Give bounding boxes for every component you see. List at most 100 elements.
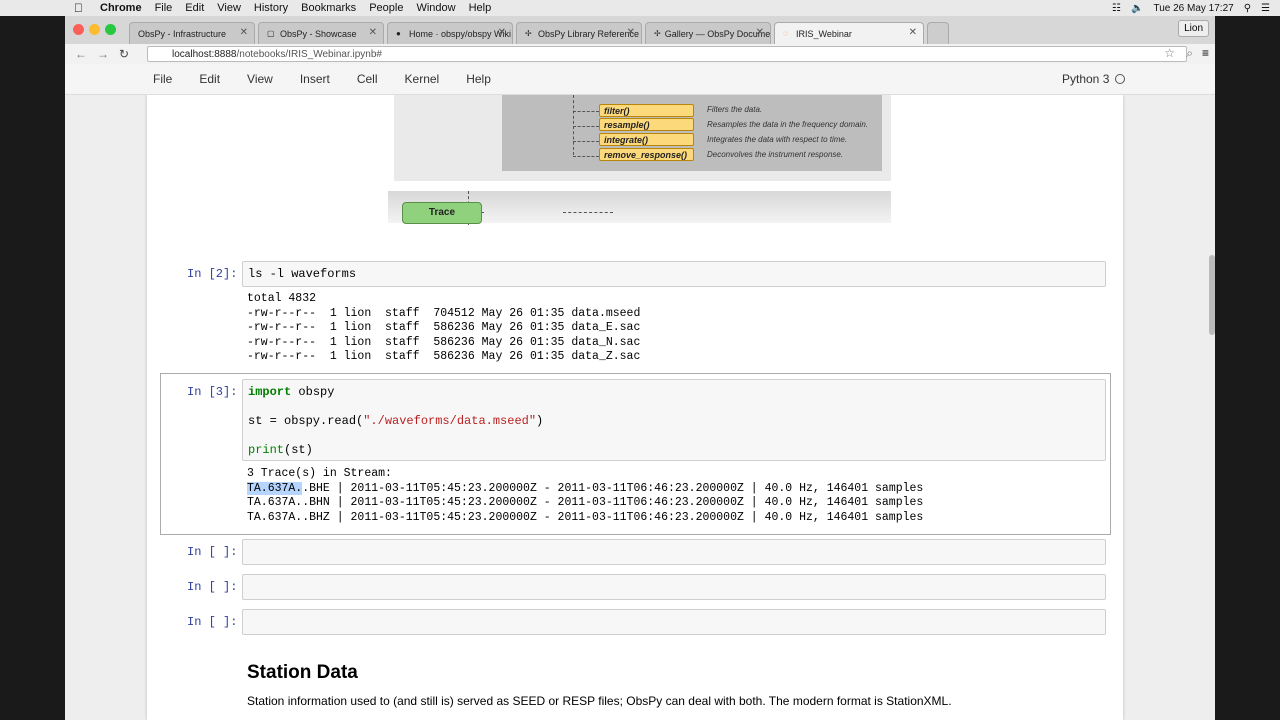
- jupyter-menu-edit[interactable]: Edit: [199, 72, 220, 86]
- close-tab-icon[interactable]: ✕: [627, 27, 635, 38]
- empty-code-cell[interactable]: [242, 574, 1106, 600]
- tab-github-wiki[interactable]: ● Home · obspy/obspy Wiki ✕: [387, 22, 513, 44]
- close-tab-icon[interactable]: ✕: [498, 27, 506, 38]
- menu-file[interactable]: File: [155, 2, 173, 14]
- page-icon: ▢: [267, 29, 275, 38]
- jupyter-menu-insert[interactable]: Insert: [300, 72, 330, 86]
- github-icon: ●: [396, 29, 401, 38]
- new-tab-button[interactable]: [927, 22, 949, 44]
- tab-label: ObsPy - Infrastructure: [138, 28, 227, 39]
- output-line: -rw-r--r-- 1 lion staff 586236 May 26 01…: [247, 350, 641, 363]
- output-line: -rw-r--r-- 1 lion staff 586236 May 26 01…: [247, 335, 641, 349]
- browser-window: ObsPy - Infrastructure ✕ ▢ ObsPy - Showcas…: [65, 16, 1215, 720]
- reload-icon[interactable]: ↻: [119, 47, 129, 61]
- tab-iris-webinar[interactable]: ◌ IRIS_Webinar ✕: [774, 22, 924, 44]
- browser-toolbar: ← → ↻ localhost:8888/notebooks/IRIS_Webi…: [65, 44, 1215, 64]
- code-line[interactable]: import obspy: [248, 385, 334, 399]
- output-line: total 4832: [247, 292, 317, 305]
- code-string: "./waveforms/data.mseed": [363, 414, 537, 428]
- diagram-connector: [563, 212, 613, 213]
- cell-prompt: In [ ]:: [187, 580, 238, 594]
- menu-bookmarks[interactable]: Bookmarks: [301, 2, 356, 14]
- menu-window[interactable]: Window: [416, 2, 455, 14]
- text-selection: TA.637A.: [247, 481, 303, 495]
- close-tab-icon[interactable]: ✕: [369, 27, 377, 38]
- output-line: TA.637A..BHZ | 2011-03-11T05:45:23.20000…: [247, 510, 924, 524]
- diagram-connector: [573, 156, 599, 157]
- diagram-method-remove-response: remove_response(): [599, 148, 694, 161]
- kernel-indicator: Python 3: [1062, 72, 1126, 86]
- profile-button[interactable]: Lion: [1178, 20, 1209, 37]
- menu-view[interactable]: View: [217, 2, 241, 14]
- menu-edit[interactable]: Edit: [185, 2, 204, 14]
- code-text: (st): [284, 443, 313, 457]
- address-bar[interactable]: localhost:8888/notebooks/IRIS_Webinar.ip…: [147, 46, 1187, 62]
- keyword-import: import: [248, 385, 292, 399]
- menu-app-name[interactable]: Chrome: [100, 2, 142, 14]
- apple-icon[interactable]: : [74, 1, 88, 15]
- diagram-method-desc: Deconvolves the instrument response.: [707, 150, 844, 159]
- jupyter-menu-kernel[interactable]: Kernel: [405, 72, 440, 86]
- page-scrollbar[interactable]: [1209, 255, 1215, 335]
- jupyter-icon: ◌: [783, 29, 788, 38]
- markdown-paragraph: Station information used to (and still i…: [247, 694, 952, 708]
- notification-icon[interactable]: ☰: [1261, 3, 1270, 14]
- jupyter-menu-help[interactable]: Help: [466, 72, 491, 86]
- menu-people[interactable]: People: [369, 2, 403, 14]
- code-input-cell-2[interactable]: [242, 261, 1106, 287]
- builtin-print: print: [248, 443, 285, 457]
- jupyter-menu-view[interactable]: View: [247, 72, 273, 86]
- spotlight-icon[interactable]: ⚲: [1244, 3, 1251, 14]
- tab-strip: ObsPy - Infrastructure ✕ ▢ ObsPy - Showcas…: [65, 16, 1215, 44]
- cell-prompt: In [3]:: [187, 385, 238, 399]
- close-tab-icon[interactable]: ✕: [240, 27, 248, 38]
- tab-label: IRIS_Webinar: [796, 28, 852, 39]
- close-tab-icon[interactable]: ✕: [756, 27, 764, 38]
- close-tab-icon[interactable]: ✕: [909, 27, 917, 38]
- tab-obspy-library[interactable]: ✢ ObsPy Library Reference ✕: [516, 22, 642, 44]
- tab-gallery[interactable]: ✢ Gallery — ObsPy Documen ✕: [645, 22, 771, 44]
- volume-icon[interactable]: 🔈: [1131, 3, 1143, 14]
- output-line: -rw-r--r-- 1 lion staff 586236 May 26 01…: [247, 321, 641, 334]
- diagram-method-desc: Filters the data.: [707, 105, 763, 114]
- zoom-icon[interactable]: ⌕: [1186, 46, 1193, 61]
- diagram-connector: [573, 141, 599, 142]
- output-line: 3 Trace(s) in Stream:: [247, 467, 392, 480]
- back-icon[interactable]: ←: [75, 47, 87, 61]
- url-path: /notebooks/IRIS_Webinar.ipynb#: [236, 49, 382, 60]
- menubar-clock[interactable]: Tue 26 May 17:27: [1153, 3, 1233, 14]
- close-window-button[interactable]: [73, 24, 84, 35]
- code-text: ): [536, 414, 544, 428]
- kernel-idle-icon: [1115, 74, 1126, 84]
- code-line[interactable]: st = obspy.read("./waveforms/data.mseed"…: [248, 414, 543, 428]
- code-line[interactable]: print(st): [248, 443, 313, 457]
- obspy-icon: ✢: [525, 29, 532, 38]
- minimize-window-button[interactable]: [89, 24, 100, 35]
- diagram-connector: [573, 126, 599, 127]
- jupyter-menu-cell[interactable]: Cell: [357, 72, 378, 86]
- empty-code-cell[interactable]: [242, 609, 1106, 635]
- wifi-icon[interactable]: ☷: [1112, 3, 1121, 14]
- bookmark-star-icon[interactable]: ☆: [1164, 46, 1175, 60]
- output-line[interactable]: TA.637A..BHE | 2011-03-11T05:45:23.20000…: [247, 481, 924, 497]
- tab-obspy-infrastructure[interactable]: ObsPy - Infrastructure ✕: [129, 22, 255, 44]
- output-line: TA.637A..BHN | 2011-03-11T05:45:23.20000…: [247, 496, 924, 509]
- output-text: .BHE | 2011-03-11T05:45:23.200000Z - 201…: [302, 481, 924, 495]
- menu-help[interactable]: Help: [469, 2, 492, 14]
- menu-history[interactable]: History: [254, 2, 288, 14]
- forward-icon[interactable]: →: [97, 47, 109, 61]
- jupyter-menu-file[interactable]: File: [153, 72, 172, 86]
- jupyter-menubar: File Edit View Insert Cell Kernel Help P…: [65, 64, 1215, 95]
- code-text: st = obspy.read(: [248, 414, 364, 428]
- kernel-name: Python 3: [1062, 72, 1110, 86]
- empty-code-cell[interactable]: [242, 539, 1106, 565]
- diagram-trace-box: Trace: [402, 202, 482, 224]
- url-host: localhost:8888: [172, 49, 237, 60]
- diagram-method-filter: filter(): [599, 104, 694, 117]
- code-line[interactable]: ls -l waveforms: [248, 267, 356, 281]
- zoom-window-button[interactable]: [105, 24, 116, 35]
- section-heading: Station Data: [247, 662, 358, 683]
- chrome-menu-icon[interactable]: ≡: [1202, 46, 1209, 60]
- diagram-connector: [573, 111, 599, 112]
- tab-obspy-showcase[interactable]: ▢ ObsPy - Showcase ✕: [258, 22, 384, 44]
